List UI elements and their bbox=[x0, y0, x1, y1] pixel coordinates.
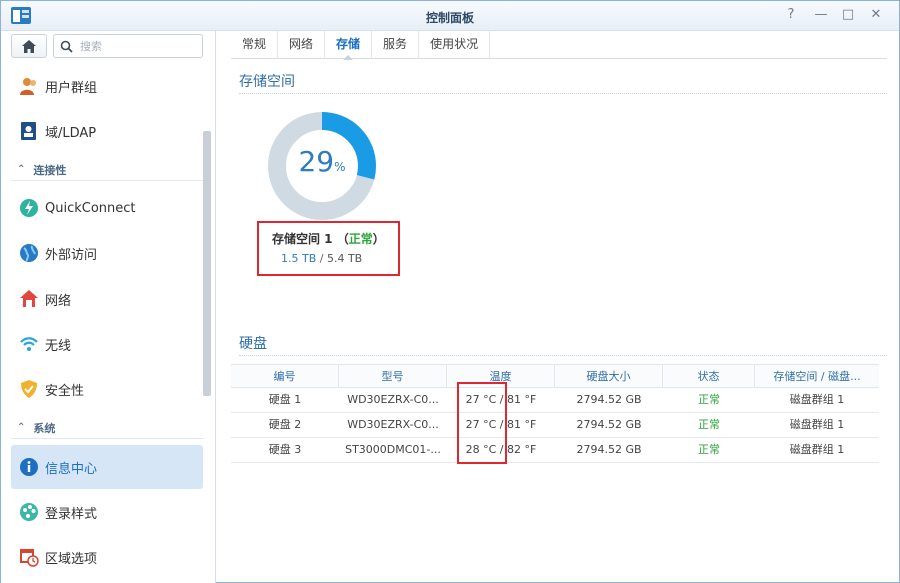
sidebar-item-label: 域/LDAP bbox=[45, 125, 97, 141]
maximize-icon[interactable]: □ bbox=[838, 5, 858, 25]
column-header-model[interactable]: 型号 bbox=[339, 365, 447, 387]
tab-usage[interactable]: 使用状况 bbox=[419, 31, 491, 59]
column-header-size[interactable]: 硬盘大小 bbox=[555, 365, 663, 387]
sidebar-item-label: 外部访问 bbox=[45, 247, 98, 263]
cell-status: 正常 bbox=[698, 393, 720, 406]
cell-model: ST3000DMC01-... bbox=[345, 443, 441, 456]
sidebar-item-label: QuickConnect bbox=[45, 200, 136, 216]
sidebar: 用户群组 域/LDAP ⌃ 连接性 QuickConnect 外部访问 bbox=[1, 31, 216, 583]
chevron-up-icon: ⌃ bbox=[17, 422, 26, 433]
divider bbox=[239, 93, 887, 94]
sidebar-item-wireless[interactable]: 无线 bbox=[11, 322, 203, 366]
tab-bar: 常规 网络 存储 服务 使用状况 bbox=[231, 31, 887, 60]
house-network-icon bbox=[19, 289, 39, 309]
wifi-icon bbox=[19, 334, 39, 354]
tab-network[interactable]: 网络 bbox=[278, 31, 326, 59]
sidebar-item-user-groups[interactable]: 用户群组 bbox=[11, 64, 203, 108]
home-button[interactable] bbox=[11, 34, 47, 58]
calendar-clock-icon bbox=[19, 547, 39, 567]
sidebar-item-login-style[interactable]: 登录样式 bbox=[11, 490, 203, 534]
table-row[interactable]: 硬盘 3 ST3000DMC01-... 28 °C / 82 °F 2794.… bbox=[231, 438, 879, 463]
usage-percent-unit: % bbox=[334, 160, 346, 174]
tab-storage[interactable]: 存储 bbox=[325, 31, 373, 60]
info-icon bbox=[19, 457, 39, 477]
table-row[interactable]: 硬盘 2 WD30EZRX-C0... 27 °C / 81 °F 2794.5… bbox=[231, 413, 879, 438]
tab-service[interactable]: 服务 bbox=[372, 31, 420, 59]
cell-status: 正常 bbox=[698, 418, 720, 431]
sidebar-item-domain-ldap[interactable]: 域/LDAP bbox=[11, 109, 203, 153]
cell-volume-group: 磁盘群组 1 bbox=[789, 418, 845, 431]
minimize-icon[interactable]: — bbox=[811, 5, 831, 25]
cell-status: 正常 bbox=[698, 443, 720, 456]
globe-icon bbox=[19, 243, 39, 263]
search-box[interactable] bbox=[53, 34, 203, 58]
usage-percent-value: 29 bbox=[298, 145, 335, 178]
chevron-up-icon: ⌃ bbox=[17, 164, 26, 175]
home-icon bbox=[22, 39, 36, 53]
disk-heading: 硬盘 bbox=[239, 336, 267, 352]
user-group-icon bbox=[19, 76, 39, 96]
sidebar-item-label: 网络 bbox=[45, 293, 72, 309]
column-header-status[interactable]: 状态 bbox=[663, 365, 755, 387]
storage-heading: 存储空间 bbox=[239, 74, 295, 90]
title-bar: 控制面板 ? — □ ✕ bbox=[1, 1, 899, 31]
cell-volume-group: 磁盘群组 1 bbox=[789, 443, 845, 456]
sidebar-item-label: 无线 bbox=[45, 338, 72, 354]
sidebar-item-quickconnect[interactable]: QuickConnect bbox=[11, 186, 203, 230]
sidebar-scrollbar[interactable] bbox=[203, 131, 211, 396]
usage-percent-label: 29% bbox=[265, 145, 379, 178]
cell-id: 硬盘 3 bbox=[268, 443, 302, 456]
quickconnect-icon bbox=[19, 198, 39, 218]
palette-icon bbox=[19, 502, 39, 522]
close-icon[interactable]: ✕ bbox=[866, 5, 886, 25]
cell-size: 2794.52 GB bbox=[576, 443, 642, 456]
search-icon bbox=[60, 40, 73, 53]
column-header-volume-group[interactable]: 存储空间 / 磁盘... bbox=[755, 365, 879, 387]
section-system[interactable]: ⌃ 系统 bbox=[11, 417, 203, 439]
sidebar-item-network[interactable]: 网络 bbox=[11, 277, 203, 321]
control-panel-window: 控制面板 ? — □ ✕ 用户群组 bbox=[0, 0, 900, 583]
cell-size: 2794.52 GB bbox=[576, 418, 642, 431]
domain-ldap-icon bbox=[19, 121, 39, 141]
sidebar-item-label: 用户群组 bbox=[45, 80, 98, 96]
sidebar-item-info-center[interactable]: 信息中心 bbox=[11, 445, 203, 489]
main-panel: 常规 网络 存储 服务 使用状况 存储空间 29% 存储空间 1 （正常） 1.… bbox=[217, 31, 899, 583]
sidebar-item-external-access[interactable]: 外部访问 bbox=[11, 231, 203, 275]
section-label: 连接性 bbox=[33, 163, 67, 177]
cell-model: WD30EZRX-C0... bbox=[347, 393, 439, 406]
section-connectivity[interactable]: ⌃ 连接性 bbox=[11, 159, 203, 181]
help-icon[interactable]: ? bbox=[781, 5, 801, 25]
temperature-highlight-box bbox=[457, 382, 507, 464]
volume-highlight-box bbox=[257, 221, 400, 276]
shield-icon bbox=[19, 379, 39, 399]
window-title: 控制面板 bbox=[425, 11, 474, 25]
cell-size: 2794.52 GB bbox=[576, 393, 642, 406]
divider bbox=[239, 355, 887, 356]
column-header-id[interactable]: 编号 bbox=[231, 365, 339, 387]
tab-general[interactable]: 常规 bbox=[231, 31, 279, 59]
disk-table: 编号 型号 温度 硬盘大小 状态 存储空间 / 磁盘... 硬盘 1 WD30E… bbox=[231, 364, 879, 463]
sidebar-item-label: 信息中心 bbox=[45, 461, 98, 477]
cell-model: WD30EZRX-C0... bbox=[347, 418, 439, 431]
sidebar-item-label: 安全性 bbox=[45, 383, 85, 399]
table-header: 编号 型号 温度 硬盘大小 状态 存储空间 / 磁盘... bbox=[231, 364, 879, 388]
cell-volume-group: 磁盘群组 1 bbox=[789, 393, 845, 406]
sidebar-item-security[interactable]: 安全性 bbox=[11, 367, 203, 411]
section-label: 系统 bbox=[33, 421, 56, 435]
sidebar-item-label: 区域选项 bbox=[45, 551, 98, 567]
cell-id: 硬盘 2 bbox=[268, 418, 302, 431]
sidebar-item-label: 登录样式 bbox=[45, 506, 98, 522]
cell-id: 硬盘 1 bbox=[268, 393, 302, 406]
table-row[interactable]: 硬盘 1 WD30EZRX-C0... 27 °C / 81 °F 2794.5… bbox=[231, 388, 879, 413]
sidebar-item-regional-options[interactable]: 区域选项 bbox=[11, 535, 203, 579]
search-input[interactable] bbox=[80, 38, 198, 54]
